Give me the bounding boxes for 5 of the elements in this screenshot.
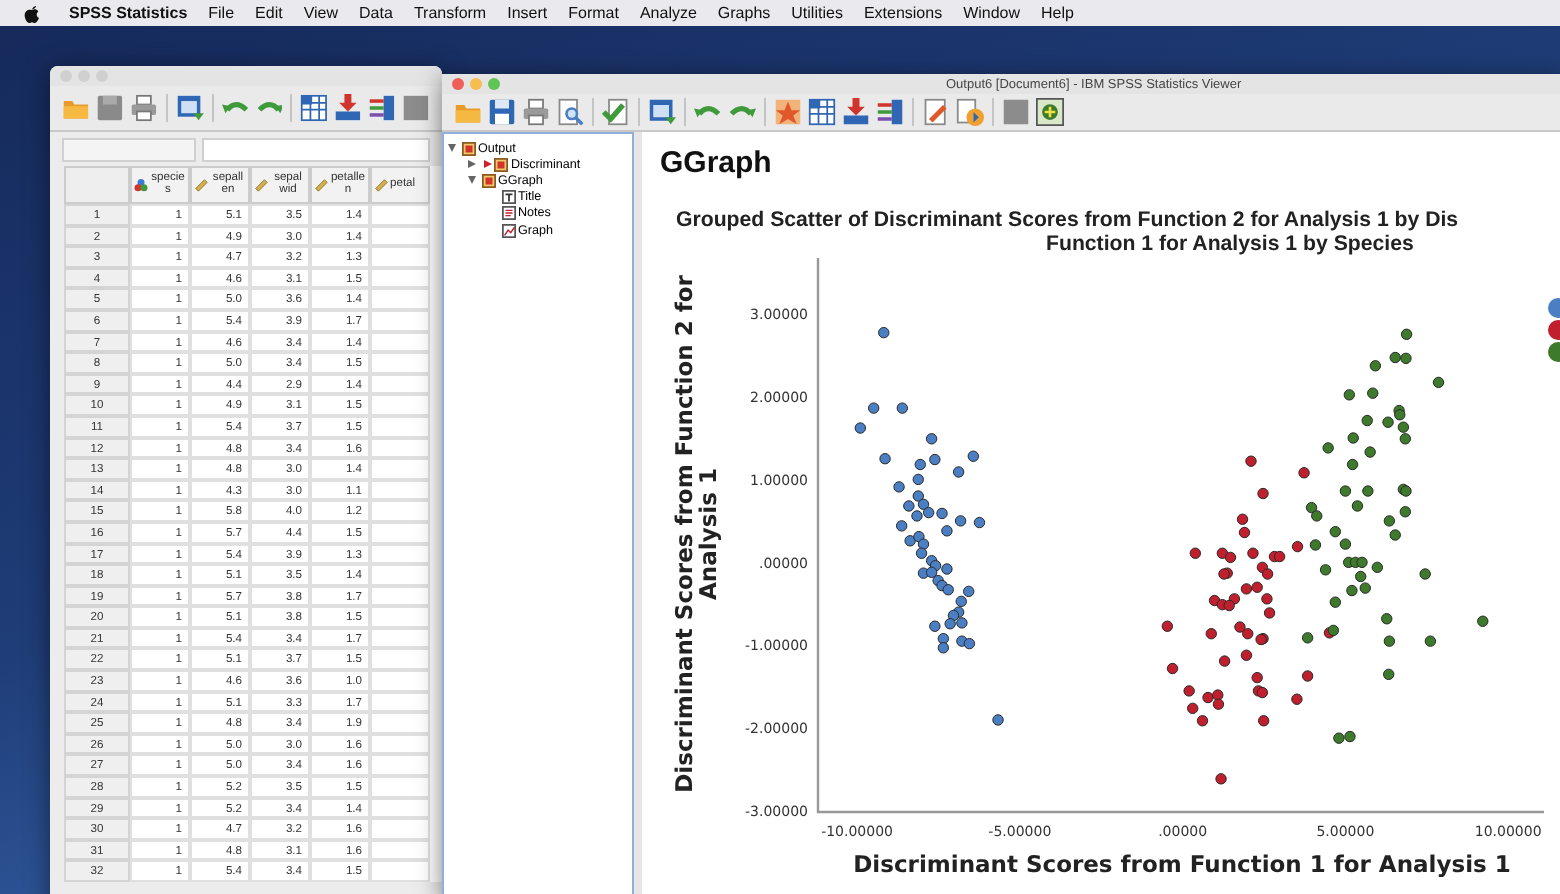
y-axis-title: Discriminant Scores from Function 2 for Analysis 1: [670, 275, 722, 793]
chart-title: Function 1 for Analysis 1 by Species: [1044, 232, 1416, 256]
chart-title: Grouped Scatter of Discriminant Scores from Function 2 for Analysis 1 by Dis: [674, 208, 1461, 232]
x-axis-title: Discriminant Scores from Function 1 for Analysis 1: [853, 850, 1511, 878]
output-heading: GGraph: [658, 144, 774, 180]
